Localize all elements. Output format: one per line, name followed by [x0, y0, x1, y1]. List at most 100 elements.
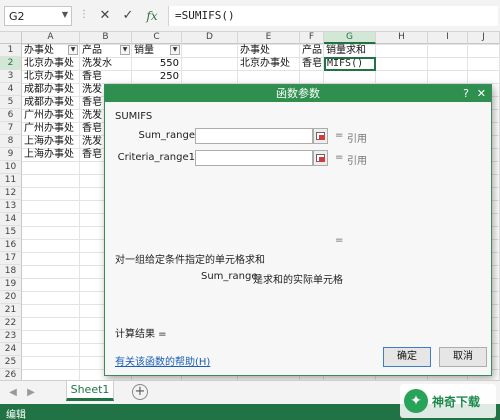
add-sheet-icon[interactable]: +	[132, 384, 148, 400]
watermark-text: 神奇下载	[432, 395, 481, 409]
column-header-b[interactable]: B	[80, 32, 132, 44]
row-header-5[interactable]: 5	[0, 96, 22, 109]
row-header-11[interactable]: 11	[0, 174, 22, 187]
row-header-21[interactable]: 21	[0, 304, 22, 317]
chevron-left-icon[interactable]: ◀	[6, 386, 20, 400]
row-header-3[interactable]: 3	[0, 70, 22, 83]
cell-g1[interactable]: 销量求和	[324, 44, 375, 57]
cell-a9[interactable]: 上海办事处	[22, 148, 79, 161]
criteria-range1-type: 引用	[347, 156, 367, 167]
sheet-tab-sheet1[interactable]: Sheet1	[66, 381, 114, 401]
parameter-description: 是求和的实际单元格	[253, 275, 343, 286]
column-header-a[interactable]: A	[22, 32, 80, 44]
active-cell-g2[interactable]: MIFS()	[324, 57, 376, 71]
cell-e2[interactable]: 北京办事处	[238, 57, 299, 70]
collapse-dialog-button[interactable]	[313, 150, 328, 166]
splitter-icon[interactable]: ⋮	[79, 9, 89, 20]
row-header-12[interactable]: 12	[0, 187, 22, 200]
cell-a4[interactable]: 成都办事处	[22, 83, 79, 96]
calculation-result: 计算结果 =	[115, 329, 167, 340]
cancel-button[interactable]: 取消	[439, 347, 487, 367]
row-header-13[interactable]: 13	[0, 200, 22, 213]
sum-range-type: 引用	[347, 134, 367, 145]
cell-c3[interactable]: 250	[132, 70, 181, 83]
column-header-h[interactable]: H	[376, 32, 428, 44]
function-description: 对一组给定条件指定的单元格求和	[115, 255, 265, 266]
function-name: SUMIFS	[115, 111, 153, 122]
row-header-17[interactable]: 17	[0, 252, 22, 265]
insert-function-icon[interactable]: fx	[143, 7, 161, 25]
cell-a5[interactable]: 成都办事处	[22, 96, 79, 109]
column-header-e[interactable]: E	[238, 32, 300, 44]
formula-input[interactable]: =SUMIFS()	[168, 6, 498, 26]
filter-dropdown-icon[interactable]: ▼	[120, 45, 130, 55]
cell-a8[interactable]: 上海办事处	[22, 135, 79, 148]
help-icon[interactable]: ?	[463, 85, 469, 102]
cell-b3[interactable]: 香皂	[80, 70, 131, 83]
filter-dropdown-icon[interactable]: ▼	[170, 45, 180, 55]
enter-icon[interactable]: ✓	[119, 7, 137, 25]
cell-a2[interactable]: 北京办事处	[22, 57, 79, 70]
row-header-26[interactable]: 26	[0, 369, 22, 380]
cell-c2[interactable]: 550	[132, 57, 181, 70]
row-header-14[interactable]: 14	[0, 213, 22, 226]
chevron-right-icon[interactable]: ▶	[24, 386, 38, 400]
formula-result-equals: =	[335, 235, 344, 246]
red-arrow-icon	[319, 157, 325, 162]
cell-e1[interactable]: 办事处	[238, 44, 299, 57]
name-box[interactable]: G2 ▼	[4, 6, 72, 26]
function-help-link[interactable]: 有关该函数的帮助(H)	[115, 353, 210, 368]
row-header-6[interactable]: 6	[0, 109, 22, 122]
sum-range-input[interactable]	[195, 128, 313, 144]
row-header-19[interactable]: 19	[0, 278, 22, 291]
row-header-7[interactable]: 7	[0, 122, 22, 135]
formula-bar: G2 ▼ ⋮ ✕ ✓ fx =SUMIFS()	[0, 0, 500, 32]
close-icon[interactable]: ✕	[477, 85, 486, 102]
parameter-name: Sum_range:	[201, 271, 261, 282]
row-header-16[interactable]: 16	[0, 239, 22, 252]
status-mode: 编辑	[6, 410, 26, 420]
name-box-value: G2	[9, 10, 25, 23]
ok-button[interactable]: 确定	[383, 347, 431, 367]
filter-dropdown-icon[interactable]: ▼	[68, 45, 78, 55]
function-arguments-dialog: 函数参数 ? ✕ SUMIFS Sum_range = 引用 Criteria_…	[104, 84, 492, 376]
cancel-icon[interactable]: ✕	[96, 7, 114, 25]
cell-a3[interactable]: 北京办事处	[22, 70, 79, 83]
row-header-18[interactable]: 18	[0, 265, 22, 278]
row-header-15[interactable]: 15	[0, 226, 22, 239]
collapse-dialog-button[interactable]	[313, 128, 328, 144]
column-header-i[interactable]: I	[428, 32, 468, 44]
criteria-range1-input[interactable]	[195, 150, 313, 166]
row-header-22[interactable]: 22	[0, 317, 22, 330]
row-header-4[interactable]: 4	[0, 83, 22, 96]
row-header-9[interactable]: 9	[0, 148, 22, 161]
chevron-down-icon[interactable]: ▼	[62, 10, 68, 19]
row-header-25[interactable]: 25	[0, 356, 22, 369]
watermark: ✦ 神奇下载	[400, 384, 496, 418]
row-header-1[interactable]: 1	[0, 44, 22, 57]
sum-range-equals: =	[335, 130, 344, 141]
cell-f2[interactable]: 香皂	[300, 57, 323, 70]
row-header-10[interactable]: 10	[0, 161, 22, 174]
dialog-title[interactable]: 函数参数	[105, 85, 491, 102]
column-header-d[interactable]: D	[182, 32, 238, 44]
row-header-24[interactable]: 24	[0, 343, 22, 356]
cell-a7[interactable]: 广州办事处	[22, 122, 79, 135]
column-header-c[interactable]: C	[132, 32, 182, 44]
criteria-range1-label: Criteria_range1	[117, 152, 195, 163]
row-header-20[interactable]: 20	[0, 291, 22, 304]
row-header-2[interactable]: 2	[0, 57, 22, 70]
sum-range-label: Sum_range	[138, 130, 195, 141]
cell-f1[interactable]: 产品	[300, 44, 323, 57]
red-arrow-icon	[319, 135, 325, 140]
select-all-corner[interactable]	[0, 32, 22, 44]
column-header-j[interactable]: J	[468, 32, 500, 44]
row-header-23[interactable]: 23	[0, 330, 22, 343]
cell-b2[interactable]: 洗发水	[80, 57, 131, 70]
watermark-logo-icon: ✦	[404, 389, 428, 413]
criteria-range1-equals: =	[335, 152, 344, 163]
row-header-8[interactable]: 8	[0, 135, 22, 148]
cell-a6[interactable]: 广州办事处	[22, 109, 79, 122]
column-header-f[interactable]: F	[300, 32, 324, 44]
column-header-g[interactable]: G	[324, 32, 376, 44]
